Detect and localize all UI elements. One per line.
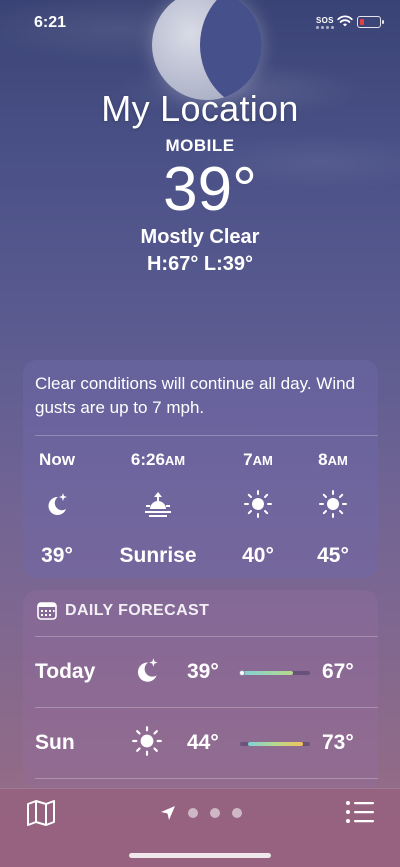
low-temp: 44° (187, 731, 219, 754)
daily-forecast-header: DAILY FORECAST (37, 602, 209, 620)
daily-row-sun[interactable]: Sun 44° 73° (35, 709, 370, 779)
current-temperature: 39° (163, 155, 257, 224)
location-subtitle: MOBILE (165, 136, 235, 155)
signal-dots-icon (316, 26, 334, 29)
divider (35, 435, 378, 436)
sun-icon (132, 726, 162, 756)
low-temp: 39° (187, 660, 219, 683)
home-indicator (129, 853, 271, 858)
day-label: Today (35, 660, 96, 683)
status-bar: 6:21 SOS (0, 0, 400, 44)
high-low: H:67° L:39° (146, 253, 254, 275)
page-dot (232, 808, 242, 818)
battery-icon (357, 16, 384, 28)
day-label: Sun (35, 731, 75, 754)
sun-icon (288, 484, 378, 524)
daily-row-today[interactable]: Today 39° 67° (35, 638, 370, 708)
moon-stars-icon (137, 658, 158, 682)
page-dot (210, 808, 220, 818)
calendar-icon (37, 602, 57, 620)
list-icon[interactable] (345, 799, 375, 825)
wifi-icon (337, 15, 353, 27)
hour-label: 6:26AM (130, 450, 186, 469)
daily-forecast-title: DAILY FORECAST (65, 602, 210, 619)
range-fill (248, 742, 303, 746)
page-indicator[interactable] (160, 805, 242, 821)
hour-value: 45° (317, 544, 349, 567)
hour-label: 8AM (318, 450, 348, 469)
daily-forecast-card[interactable]: DAILY FORECAST Today 39° 67° Sun 44° 73° (23, 590, 378, 790)
sunrise-icon (113, 484, 203, 524)
hour-item: 6:26AM Sunrise (113, 450, 203, 568)
divider (35, 778, 378, 779)
status-time: 6:21 (34, 14, 67, 31)
temperature-range-bar (240, 742, 310, 746)
hourly-forecast-card[interactable]: Clear conditions will continue all day. … (23, 360, 378, 578)
divider (35, 636, 378, 637)
map-icon[interactable] (26, 799, 56, 827)
location-header: My Location MOBILE 39° Mostly Clear H:67… (0, 86, 400, 276)
current-temp-marker (239, 670, 245, 676)
moon-stars-icon (12, 484, 102, 524)
location-arrow-icon (161, 806, 175, 820)
forecast-summary: Clear conditions will continue all day. … (35, 374, 356, 417)
hour-label: Now (39, 450, 75, 469)
location-title: My Location (101, 88, 299, 129)
sos-indicator: SOS (316, 16, 334, 25)
range-fill (240, 671, 293, 675)
page-dot (188, 808, 198, 818)
high-temp: 73° (322, 731, 354, 754)
hour-value: 39° (41, 544, 73, 567)
hour-value: Sunrise (119, 544, 197, 567)
high-temp: 67° (322, 660, 354, 683)
temperature-range-bar (239, 670, 310, 676)
current-condition: Mostly Clear (140, 226, 260, 248)
divider (35, 707, 378, 708)
hour-item: Now 39° (12, 450, 102, 568)
hour-item: 8AM 45° (288, 450, 378, 568)
